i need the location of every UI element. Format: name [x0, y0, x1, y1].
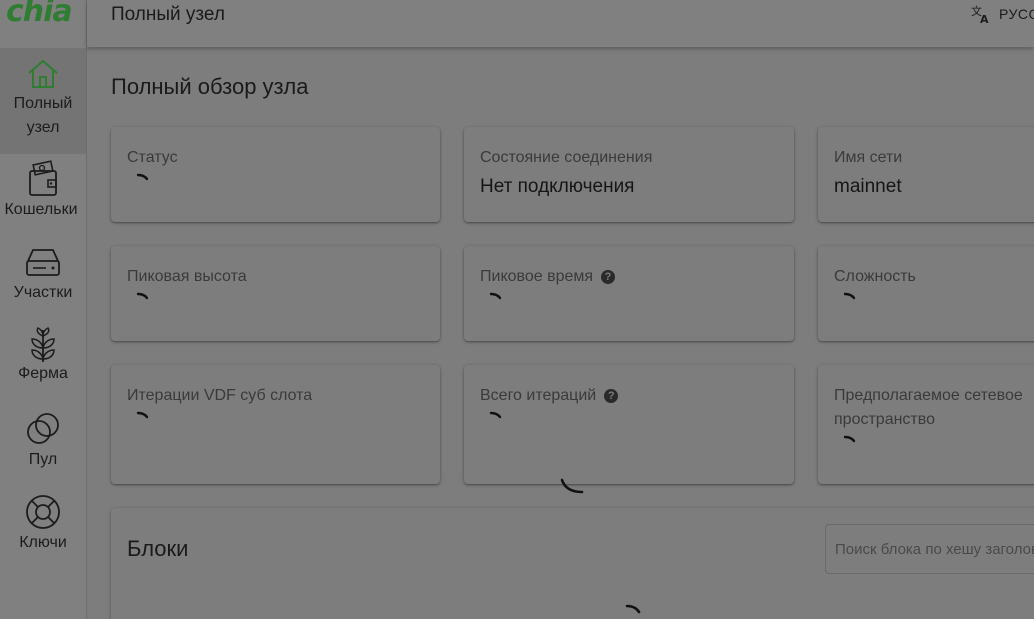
estimated-netspace-card: Предполагаемое сетевое пространство — [818, 365, 1034, 484]
network-name-value: mainnet — [834, 176, 902, 197]
vdf-sub-slot-iterations-card: Итерации VDF суб слота — [111, 365, 440, 484]
loading-spinner-icon — [489, 292, 502, 300]
network-name-card: Имя сети mainnet — [818, 127, 1034, 222]
card-label: Пиковая высота — [127, 268, 247, 285]
sidebar-item-label: Ферма — [18, 365, 68, 382]
sidebar-item-label: Полный узел — [13, 95, 73, 136]
block-search-input[interactable] — [825, 524, 1034, 574]
peak-time-card: Пиковое время? — [464, 246, 794, 341]
chia-logo: chia — [6, 0, 73, 29]
card-label: Статус — [127, 149, 178, 166]
total-iterations-card: Всего итераций? — [464, 365, 794, 484]
lifebuoy-icon — [26, 495, 60, 529]
loading-spinner-icon — [136, 411, 149, 419]
blocks-card: Блоки — [111, 508, 1034, 619]
card-label: Сложность — [834, 268, 916, 285]
blocks-loading-spinner-icon — [625, 604, 641, 614]
page-title: Полный обзор узла — [111, 74, 309, 99]
sidebar-item-farm[interactable]: Ферма — [0, 326, 86, 396]
page-loading-spinner-icon — [560, 478, 584, 494]
blocks-title: Блоки — [127, 536, 189, 561]
card-label: Предполагаемое сетевое пространство — [834, 387, 1023, 428]
card-label: Пиковое время? — [480, 265, 690, 289]
svg-text:A: A — [980, 13, 989, 24]
status-card: Статус — [111, 127, 440, 222]
home-icon — [28, 59, 58, 88]
language-selector[interactable]: 文 A РУССКИЙ — [971, 4, 1034, 24]
loading-spinner-icon — [489, 411, 502, 419]
sidebar: chia Полный узел Кошельки Участки Ферма … — [0, 0, 87, 619]
peak-height-card: Пиковая высота — [111, 246, 440, 341]
connection-status-card: Состояние соединения Нет подключения — [464, 127, 794, 222]
sidebar-item-keys[interactable]: Ключи — [0, 493, 86, 563]
sidebar-item-label: Ключи — [19, 534, 67, 551]
card-label: Итерации VDF суб слота — [127, 387, 313, 404]
sidebar-item-plots[interactable]: Участки — [0, 245, 86, 315]
help-icon[interactable]: ? — [604, 389, 619, 403]
sidebar-item-full-node[interactable]: Полный узел — [0, 48, 86, 154]
card-label: Состояние соединения — [480, 149, 653, 166]
loading-spinner-icon — [136, 173, 149, 181]
difficulty-card: Сложность — [818, 246, 1034, 341]
card-label-text: Пиковое время — [480, 268, 594, 285]
loading-spinner-icon — [843, 292, 856, 300]
sidebar-item-label: Кошельки — [4, 201, 78, 218]
header-title: Полный узел — [111, 4, 225, 25]
sidebar-item-label: Участки — [13, 284, 73, 301]
language-label: РУССКИЙ — [999, 6, 1034, 22]
wallet-icon — [29, 160, 57, 196]
loading-spinner-icon — [843, 435, 856, 443]
sidebar-item-wallets[interactable]: Кошельки — [0, 160, 86, 230]
help-icon[interactable]: ? — [601, 270, 616, 284]
card-label: Имя сети — [834, 149, 903, 166]
app-header: Полный узел 文 A РУССКИЙ — [87, 0, 1034, 47]
loading-spinner-icon — [136, 292, 149, 300]
pool-circles-icon — [27, 413, 59, 444]
translate-icon: 文 A — [971, 4, 989, 24]
sidebar-item-label: Пул — [28, 451, 58, 468]
card-label-text: Всего итераций — [480, 387, 597, 404]
card-label: Всего итераций? — [480, 384, 690, 408]
plant-icon — [31, 327, 55, 362]
sidebar-item-pool[interactable]: Пул — [0, 410, 86, 480]
connection-status-value: Нет подключения — [480, 176, 635, 197]
hard-drive-icon — [26, 249, 60, 276]
